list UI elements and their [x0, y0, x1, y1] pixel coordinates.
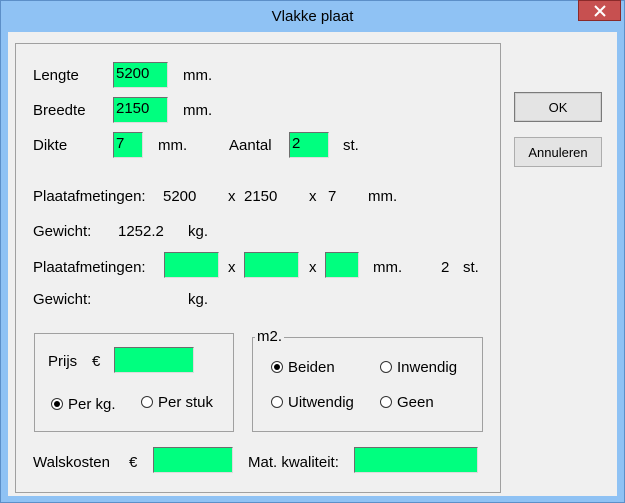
dikte-label: Dikte [33, 137, 68, 154]
lengte-unit: mm. [183, 67, 213, 84]
inwendig-label[interactable]: Inwendig [397, 359, 457, 376]
title-bar[interactable]: Vlakke plaat [1, 0, 624, 32]
breedte-label: Breedte [33, 102, 86, 119]
per-stuk-radio[interactable] [141, 396, 153, 408]
prijs-label: Prijs [48, 353, 78, 370]
lengte-label: Lengte [33, 67, 79, 84]
cancel-button[interactable]: Annuleren [514, 137, 602, 167]
dialog-client: Lengte 5200 mm. Breedte 2150 mm. Dikte 7… [8, 32, 617, 496]
geen-radio[interactable] [380, 396, 392, 408]
close-icon [593, 4, 606, 17]
summary-length: 5200 [163, 188, 197, 205]
dikte-input[interactable]: 7 [113, 132, 143, 158]
gewicht2-unit: kg. [188, 291, 209, 308]
summary-width: 2150 [244, 188, 278, 205]
gewicht-value: 1252.2 [118, 223, 164, 240]
aantal-unit: st. [343, 137, 359, 154]
walskosten-input[interactable] [153, 447, 233, 473]
dim-x1: x [228, 259, 236, 276]
dikte-unit: mm. [158, 137, 188, 154]
inwendig-radio[interactable] [380, 361, 392, 373]
dimension1-input[interactable] [164, 252, 219, 278]
gewicht-label: Gewicht: [33, 223, 92, 240]
m2-group [252, 337, 483, 432]
geen-label[interactable]: Geen [397, 394, 434, 411]
prijs-input[interactable] [114, 347, 194, 373]
walskosten-currency: € [129, 454, 138, 471]
m2-group-title: m2. [255, 328, 285, 345]
plaatafmetingen-label: Plaatafmetingen: [33, 188, 146, 205]
beiden-label[interactable]: Beiden [288, 359, 335, 376]
per-kg-label[interactable]: Per kg. [68, 396, 116, 413]
gewicht-unit: kg. [188, 223, 209, 240]
aantal-label: Aantal [229, 137, 272, 154]
walskosten-label: Walskosten [33, 454, 110, 471]
dim-x2: x [309, 259, 317, 276]
ok-button[interactable]: OK [514, 92, 602, 122]
mat-kwaliteit-input[interactable] [354, 447, 478, 473]
plaatafmetingen2-label: Plaatafmetingen: [33, 259, 146, 276]
summary-thickness: 7 [328, 188, 337, 205]
breedte-input[interactable]: 2150 [113, 97, 168, 123]
per-stuk-label[interactable]: Per stuk [158, 394, 213, 411]
dialog-window: Vlakke plaat Lengte 5200 mm. Breedte 215… [0, 0, 625, 503]
aantal-input[interactable]: 2 [289, 132, 329, 158]
uitwendig-radio[interactable] [271, 396, 283, 408]
dim-count-unit: st. [463, 259, 479, 276]
uitwendig-label[interactable]: Uitwendig [288, 394, 354, 411]
lengte-input[interactable]: 5200 [113, 62, 168, 88]
dim-unit: mm. [373, 259, 403, 276]
summary-x1: x [228, 188, 236, 205]
dimension3-input[interactable] [325, 252, 359, 278]
gewicht2-label: Gewicht: [33, 291, 92, 308]
prijs-currency: € [92, 353, 101, 370]
window-title: Vlakke plaat [271, 8, 354, 25]
dim-count: 2 [441, 259, 450, 276]
close-button[interactable] [578, 0, 621, 21]
summary-unit: mm. [368, 188, 398, 205]
summary-x2: x [309, 188, 317, 205]
beiden-radio[interactable] [271, 361, 283, 373]
breedte-unit: mm. [183, 102, 213, 119]
dimension2-input[interactable] [244, 252, 299, 278]
mat-kwaliteit-label: Mat. kwaliteit: [248, 454, 339, 471]
per-kg-radio[interactable] [51, 398, 63, 410]
